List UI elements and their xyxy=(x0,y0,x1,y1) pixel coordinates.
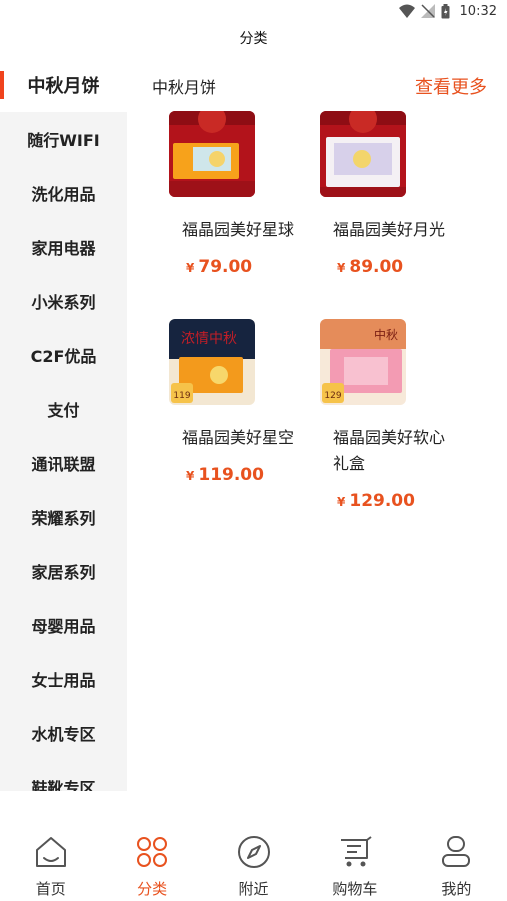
product-image[interactable]: 浓情中秋 119 xyxy=(169,319,255,405)
tab-label: 首页 xyxy=(35,880,66,898)
price-badge: 119 xyxy=(173,391,190,401)
tab-label: 附近 xyxy=(238,880,269,898)
sidebar-item-label: 通讯联盟 xyxy=(31,455,96,474)
status-time: 10:32 xyxy=(459,3,497,19)
status-bar: 10:32 xyxy=(0,0,507,22)
tab-label: 我的 xyxy=(441,880,472,898)
product-thumb-text: 浓情中秋 xyxy=(181,331,237,347)
sidebar-item-label: 荣耀系列 xyxy=(31,509,96,528)
price-value: 119.00 xyxy=(198,465,264,485)
sidebar-item-label: 支付 xyxy=(47,401,80,420)
category-sidebar[interactable]: 中秋月饼 随行WIFI 洗化用品 家用电器 小米系列 C2F优品 支付 通讯联盟… xyxy=(0,58,127,791)
currency-symbol: ¥ xyxy=(337,495,346,509)
product-price: ¥89.00 xyxy=(337,257,460,277)
sidebar-item-label: 家用电器 xyxy=(31,239,96,258)
category-header: 中秋月饼 查看更多 xyxy=(152,72,487,100)
tab-label: 购物车 xyxy=(332,880,378,898)
sidebar-item-appliances[interactable]: 家用电器 xyxy=(0,220,127,274)
product-name: 福晶园美好月光 xyxy=(333,220,446,239)
cart-icon xyxy=(340,836,372,867)
tab-home[interactable]: 首页 xyxy=(0,816,101,901)
sidebar-item-toiletries[interactable]: 洗化用品 xyxy=(0,166,127,220)
sidebar-item-mooncake[interactable]: 中秋月饼 xyxy=(0,58,127,112)
product-card[interactable]: 福晶园美好月光 ¥89.00 xyxy=(320,111,460,277)
battery-icon xyxy=(441,3,450,18)
sidebar-item-xiaomi[interactable]: 小米系列 xyxy=(0,274,127,328)
page-title: 分类 xyxy=(239,31,268,47)
sidebar-item-label: 水机专区 xyxy=(31,725,96,744)
product-image[interactable] xyxy=(320,111,406,197)
sidebar-item-label: 随行WIFI xyxy=(27,131,100,150)
tab-cart[interactable]: 购物车 xyxy=(304,816,405,901)
sidebar-item-home[interactable]: 家居系列 xyxy=(0,544,127,598)
product-name: 福晶园美好星球 xyxy=(182,220,295,239)
sidebar-item-label: 鞋靴专区 xyxy=(31,779,96,791)
product-price: ¥79.00 xyxy=(186,257,309,277)
price-value: 129.00 xyxy=(349,491,415,511)
sidebar-item-label: 洗化用品 xyxy=(31,185,96,204)
home-icon xyxy=(35,837,66,867)
sidebar-item-label: 家居系列 xyxy=(31,563,96,582)
product-price: ¥129.00 xyxy=(337,491,460,511)
product-name: 福晶园美好星空 xyxy=(182,428,295,447)
tab-label: 分类 xyxy=(137,880,168,898)
sidebar-item-telecom[interactable]: 通讯联盟 xyxy=(0,436,127,490)
sidebar-item-shoes[interactable]: 鞋靴专区 xyxy=(0,760,127,791)
view-more-link[interactable]: 查看更多 xyxy=(415,73,487,99)
sidebar-item-water[interactable]: 水机专区 xyxy=(0,706,127,760)
sidebar-item-label: 女士用品 xyxy=(31,671,96,690)
sidebar-item-baby[interactable]: 母婴用品 xyxy=(0,598,127,652)
sidebar-item-c2f[interactable]: C2F优品 xyxy=(0,328,127,382)
product-thumb-text: 中秋 xyxy=(374,327,398,342)
price-value: 79.00 xyxy=(198,257,253,277)
tab-profile[interactable]: 我的 xyxy=(406,816,507,901)
price-badge: 129 xyxy=(324,391,341,401)
sidebar-item-label: C2F优品 xyxy=(30,347,97,366)
category-icon xyxy=(137,837,168,867)
currency-symbol: ¥ xyxy=(337,261,346,275)
bottom-tab-bar: 首页 分类 附近 购物车 我的 xyxy=(0,816,507,901)
product-price: ¥119.00 xyxy=(186,465,309,485)
sidebar-item-wifi[interactable]: 随行WIFI xyxy=(0,112,127,166)
product-card[interactable]: 浓情中秋 119 福晶园美好星空 ¥119.00 xyxy=(169,319,309,485)
tab-nearby[interactable]: 附近 xyxy=(203,816,304,901)
price-value: 89.00 xyxy=(349,257,404,277)
profile-icon xyxy=(442,836,471,867)
product-card[interactable]: 中秋 129 福晶园美好软心礼盒 ¥129.00 xyxy=(320,319,460,511)
sidebar-item-label: 小米系列 xyxy=(31,293,96,312)
product-name: 福晶园美好软心礼盒 xyxy=(333,428,446,473)
compass-icon xyxy=(237,836,270,868)
product-image[interactable] xyxy=(169,111,255,197)
no-signal-icon xyxy=(420,4,435,18)
sidebar-item-women[interactable]: 女士用品 xyxy=(0,652,127,706)
category-title: 中秋月饼 xyxy=(152,78,217,97)
product-card[interactable]: 福晶园美好星球 ¥79.00 xyxy=(169,111,309,277)
currency-symbol: ¥ xyxy=(186,469,195,483)
product-image[interactable]: 中秋 129 xyxy=(320,319,406,405)
currency-symbol: ¥ xyxy=(186,261,195,275)
sidebar-item-payment[interactable]: 支付 xyxy=(0,382,127,436)
sidebar-item-honor[interactable]: 荣耀系列 xyxy=(0,490,127,544)
wifi-icon xyxy=(398,4,415,18)
sidebar-item-label: 中秋月饼 xyxy=(27,76,100,97)
tab-category[interactable]: 分类 xyxy=(101,816,202,901)
status-icons: 10:32 xyxy=(398,2,497,20)
sidebar-item-label: 母婴用品 xyxy=(31,617,96,636)
